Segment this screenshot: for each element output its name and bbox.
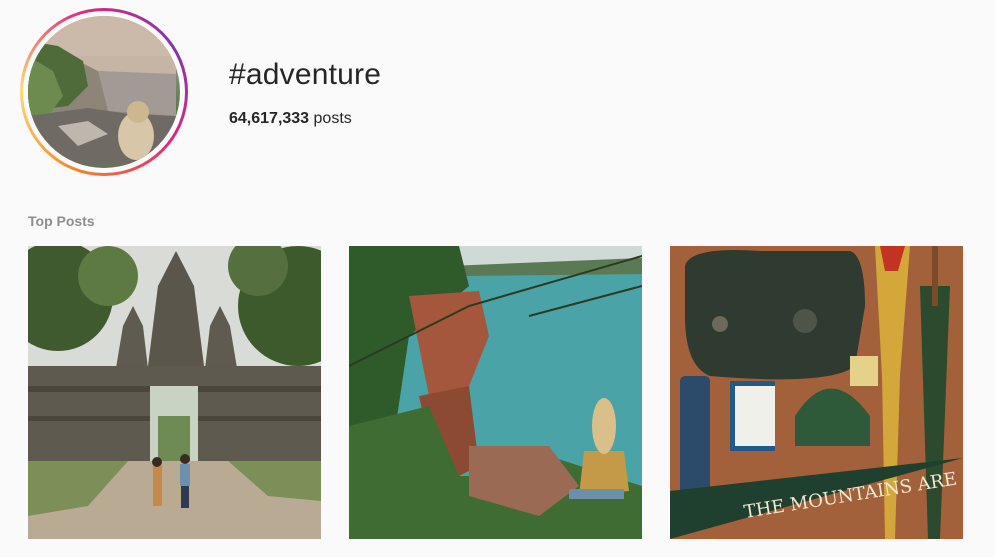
page-title: #adventure <box>229 58 382 91</box>
hashtag-avatar <box>28 16 180 168</box>
post-image-temple <box>28 246 321 539</box>
avatar-landscape-image <box>28 16 176 164</box>
hashtag-avatar-ring[interactable] <box>20 8 188 176</box>
post-count-label: posts <box>313 110 352 127</box>
post-count-number: 64,617,333 <box>229 110 310 127</box>
post-count: 64,617,333 posts <box>229 110 352 128</box>
post-image-flatlay: THE MOUNTAINS ARE CALLING <box>670 246 963 539</box>
top-post-1[interactable] <box>28 246 321 539</box>
post-image-lake <box>349 246 642 539</box>
top-post-3[interactable]: THE MOUNTAINS ARE CALLING <box>670 246 963 539</box>
top-post-2[interactable] <box>349 246 642 539</box>
hashtag-header: #adventure 64,617,333 posts <box>0 0 995 190</box>
top-posts-heading: Top Posts <box>28 213 95 229</box>
avatar-frame <box>23 11 185 173</box>
